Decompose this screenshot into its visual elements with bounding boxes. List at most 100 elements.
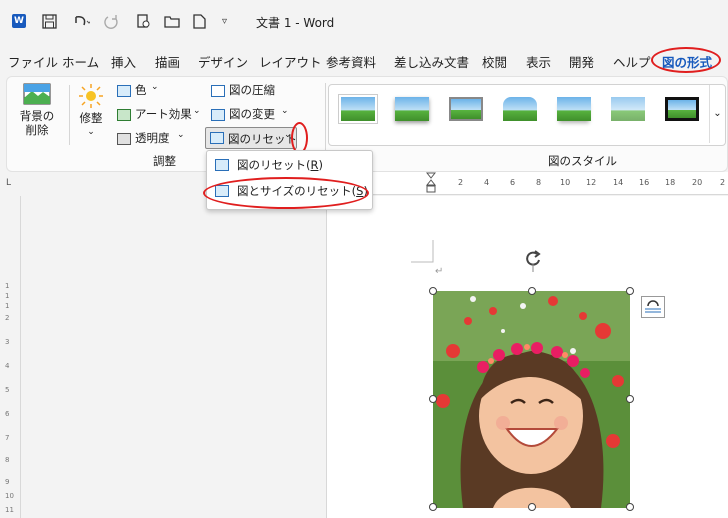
undo-icon[interactable] bbox=[72, 13, 90, 29]
gallery-more-icon[interactable]: ⌄ bbox=[709, 85, 725, 143]
art-effects-button[interactable]: アート効果 bbox=[135, 106, 192, 122]
reset-picture-button[interactable]: 図のリセット ⌄ bbox=[205, 127, 297, 149]
tab-developer[interactable]: 開発 bbox=[569, 52, 594, 71]
compress-pictures-icon bbox=[211, 85, 225, 97]
color-button[interactable]: 色 bbox=[135, 82, 147, 98]
remove-background-icon bbox=[23, 83, 51, 105]
resize-handle-bottom-left[interactable] bbox=[429, 503, 437, 511]
tab-view[interactable]: 表示 bbox=[526, 52, 551, 71]
annotation-circle-menu-item bbox=[203, 177, 369, 209]
print-preview-icon[interactable] bbox=[136, 13, 151, 29]
change-picture-button[interactable]: 図の変更 bbox=[229, 106, 275, 122]
ruler-number: 18 bbox=[665, 178, 676, 187]
tab-layout[interactable]: レイアウト bbox=[259, 52, 322, 71]
tab-draw[interactable]: 描画 bbox=[155, 52, 180, 71]
ruler-number: 16 bbox=[639, 178, 650, 187]
tab-home[interactable]: ホーム bbox=[62, 52, 99, 71]
indent-marker-icon[interactable] bbox=[425, 172, 437, 194]
transparency-button[interactable]: 透明度 bbox=[135, 130, 170, 146]
resize-handle-top-left[interactable] bbox=[429, 287, 437, 295]
selected-picture[interactable] bbox=[433, 291, 630, 508]
chevron-down-icon: ⌄ bbox=[193, 106, 201, 116]
ruler-number: 11 bbox=[5, 506, 14, 514]
transparency-icon bbox=[117, 133, 131, 145]
save-icon[interactable] bbox=[42, 13, 57, 29]
picture-style-thumb[interactable] bbox=[553, 93, 595, 127]
menu-item-reset-picture[interactable]: 図のリセット(R) bbox=[215, 155, 323, 175]
new-document-icon[interactable] bbox=[193, 13, 206, 29]
ruler-number: 10 bbox=[5, 492, 14, 500]
ruler-number: 1 bbox=[5, 302, 10, 310]
ruler-number: 8 bbox=[536, 178, 542, 187]
corrections-button[interactable]: 修整 ⌄ bbox=[73, 81, 109, 151]
ruler-number: 14 bbox=[613, 178, 624, 187]
customize-quick-access-icon[interactable]: ▿ bbox=[222, 13, 227, 29]
ruler-number: 4 bbox=[484, 178, 490, 187]
open-folder-icon[interactable] bbox=[164, 13, 180, 29]
document-title: 文書 1 - Word bbox=[256, 16, 335, 30]
tab-review[interactable]: 校閲 bbox=[482, 52, 507, 71]
ruler-number: 12 bbox=[586, 178, 597, 187]
redo-icon[interactable] bbox=[104, 13, 120, 29]
ruler-number: 4 bbox=[5, 362, 10, 370]
layout-options-icon[interactable] bbox=[641, 296, 665, 318]
reset-picture-icon bbox=[215, 159, 229, 171]
compress-pictures-button[interactable]: 図の圧縮 bbox=[229, 82, 275, 98]
picture-styles-gallery: ⌄ bbox=[328, 84, 726, 146]
ruler-number: 9 bbox=[5, 478, 10, 486]
ribbon-separator bbox=[69, 85, 70, 145]
horizontal-ruler[interactable]: 2 4 6 8 10 12 14 16 18 20 2 bbox=[326, 172, 728, 195]
remove-background-label-2: 削除 bbox=[25, 123, 49, 137]
ruler-number: 20 bbox=[692, 178, 703, 187]
tab-file[interactable]: ファイル bbox=[8, 52, 58, 71]
resize-handle-top-right[interactable] bbox=[626, 287, 634, 295]
ruler-number: 1 bbox=[5, 292, 10, 300]
resize-handle-left[interactable] bbox=[429, 395, 437, 403]
ruler-number: 8 bbox=[5, 456, 10, 464]
tab-stop-selector-icon[interactable]: L bbox=[6, 178, 11, 188]
chevron-down-icon: ⌄ bbox=[151, 82, 159, 92]
ruler-number: 3 bbox=[5, 338, 10, 346]
ruler-number: 2 bbox=[720, 178, 726, 187]
remove-background-button[interactable]: 背景の 削除 bbox=[13, 81, 61, 151]
tab-mailings[interactable]: 差し込み文書 bbox=[394, 52, 469, 71]
ribbon-tabs: ファイル ホーム 挿入 描画 デザイン レイアウト 参考資料 差し込み文書 校閲… bbox=[0, 46, 728, 74]
resize-handle-right[interactable] bbox=[626, 395, 634, 403]
ruler-number: 2 bbox=[5, 314, 10, 322]
annotation-circle-tab bbox=[651, 47, 721, 73]
menu-item-reset-picture-key: R bbox=[310, 158, 319, 172]
resize-handle-bottom-right[interactable] bbox=[626, 503, 634, 511]
picture-style-thumb[interactable] bbox=[661, 93, 703, 127]
tab-help[interactable]: ヘルプ bbox=[613, 52, 651, 71]
remove-background-label-1: 背景の bbox=[19, 109, 55, 123]
ruler-number: 1 bbox=[5, 282, 10, 290]
picture-style-thumb[interactable] bbox=[607, 93, 649, 127]
group-label-picture-styles: 図のスタイル bbox=[548, 154, 617, 168]
change-picture-icon bbox=[211, 109, 225, 121]
rotate-handle-icon[interactable] bbox=[523, 248, 543, 272]
picture-style-thumb[interactable] bbox=[337, 93, 379, 127]
chevron-down-icon: ⌄ bbox=[87, 127, 95, 137]
ruler-number: 7 bbox=[5, 434, 10, 442]
girl-photo-image bbox=[433, 291, 630, 508]
resize-handle-top[interactable] bbox=[528, 287, 536, 295]
chevron-down-icon: ⌄ bbox=[281, 106, 289, 116]
color-icon bbox=[117, 85, 131, 97]
picture-style-thumb[interactable] bbox=[499, 93, 541, 127]
picture-style-thumb[interactable] bbox=[391, 93, 433, 127]
group-label-adjust: 調整 bbox=[153, 154, 176, 168]
resize-handle-bottom[interactable] bbox=[528, 503, 536, 511]
paragraph-mark-icon: ↵ bbox=[435, 266, 444, 277]
ruler-number: 2 bbox=[458, 178, 464, 187]
reset-picture-icon bbox=[210, 132, 224, 144]
menu-item-reset-picture-label: 図のリセット( bbox=[237, 158, 311, 172]
art-effects-icon bbox=[117, 109, 131, 121]
tab-design[interactable]: デザイン bbox=[198, 52, 248, 71]
vertical-ruler[interactable]: 1 1 1 2 3 4 5 6 7 8 9 10 11 bbox=[0, 196, 21, 518]
chevron-down-icon: ⌄ bbox=[177, 130, 185, 140]
picture-style-thumb[interactable] bbox=[445, 93, 487, 127]
ruler-number: 10 bbox=[560, 178, 571, 187]
title-bar: W ▿ 文書 1 - Word bbox=[0, 0, 728, 42]
tab-insert[interactable]: 挿入 bbox=[111, 52, 136, 71]
tab-references[interactable]: 参考資料 bbox=[326, 52, 376, 71]
